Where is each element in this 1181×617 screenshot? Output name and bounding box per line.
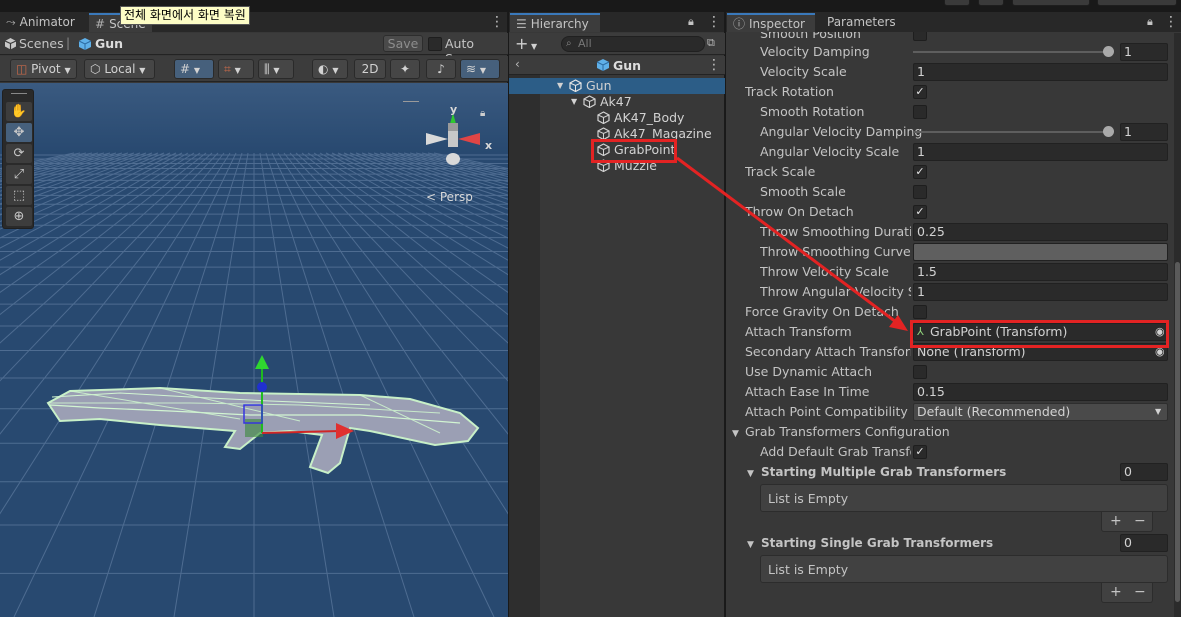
annotation-box-grabpoint <box>591 139 677 163</box>
annotation-arrow <box>676 156 908 331</box>
tooltip: 전체 화면에서 화면 복원 <box>120 6 250 25</box>
annotation-box-attach-transform <box>910 320 1169 348</box>
